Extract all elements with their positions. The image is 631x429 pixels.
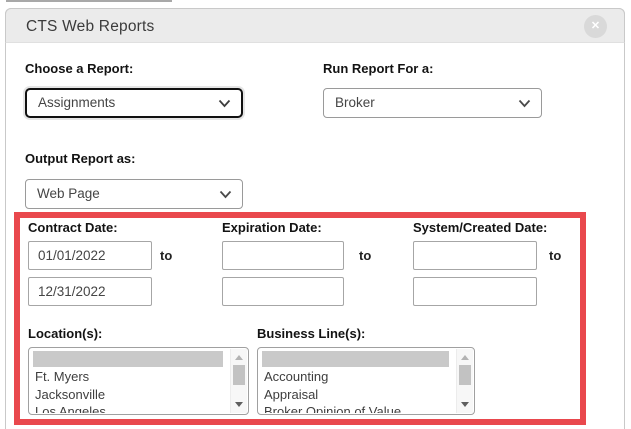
system-created-date-label: System/Created Date:: [413, 220, 548, 235]
listbox-item-redacted[interactable]: [33, 351, 223, 367]
contract-date-to-input[interactable]: [28, 277, 152, 306]
locations-items: Ft. Myers Jacksonville Los Angeles: [30, 350, 229, 413]
scrollbar[interactable]: [456, 349, 473, 413]
screen: CTS Web Reports ✕ Choose a Report: Run R…: [0, 0, 631, 429]
scroll-up-icon[interactable]: [461, 355, 469, 360]
scroll-down-icon[interactable]: [235, 402, 243, 407]
listbox-item[interactable]: Los Angeles: [30, 403, 229, 413]
contract-date-label: Contract Date:: [28, 220, 118, 235]
run-report-for-label: Run Report For a:: [323, 61, 434, 76]
chevron-down-icon: [218, 99, 231, 108]
chevron-down-icon: [219, 190, 232, 199]
scroll-up-icon[interactable]: [235, 355, 243, 360]
choose-report-selected-value: Assignments: [38, 95, 116, 110]
chevron-down-icon: [518, 99, 531, 108]
business-lines-listbox[interactable]: Accounting Appraisal Broker Opinion of V…: [257, 347, 475, 415]
expiration-date-label: Expiration Date:: [222, 220, 322, 235]
expiration-date-to-label: to: [359, 248, 372, 263]
expiration-date-from-input[interactable]: [222, 241, 344, 270]
output-report-as-selected-value: Web Page: [37, 186, 100, 201]
listbox-item[interactable]: Ft. Myers: [30, 368, 229, 386]
contract-date-to-label: to: [160, 248, 173, 263]
choose-report-select[interactable]: Assignments: [25, 88, 243, 118]
run-report-for-select[interactable]: Broker: [323, 88, 542, 118]
listbox-item[interactable]: Broker Opinion of Value: [259, 403, 455, 413]
system-created-date-to-input[interactable]: [413, 277, 537, 306]
scrollbar-thumb[interactable]: [459, 365, 471, 385]
listbox-item[interactable]: Accounting: [259, 368, 455, 386]
locations-label: Location(s):: [28, 326, 103, 341]
expiration-date-to-input[interactable]: [222, 277, 344, 306]
dialog-title: CTS Web Reports: [26, 18, 155, 35]
output-report-as-label: Output Report as:: [25, 151, 136, 166]
close-icon: ✕: [590, 20, 601, 32]
output-report-as-select[interactable]: Web Page: [25, 179, 243, 209]
close-button[interactable]: ✕: [584, 15, 607, 38]
dialog-header: CTS Web Reports ✕: [5, 8, 625, 43]
background-page-edge: [6, 0, 172, 2]
system-created-date-from-input[interactable]: [413, 241, 537, 270]
scrollbar[interactable]: [230, 349, 247, 413]
choose-report-label: Choose a Report:: [25, 61, 134, 76]
listbox-item[interactable]: Jacksonville: [30, 386, 229, 404]
scrollbar-thumb[interactable]: [233, 365, 245, 385]
business-lines-items: Accounting Appraisal Broker Opinion of V…: [259, 350, 455, 413]
scroll-down-icon[interactable]: [461, 402, 469, 407]
run-report-for-selected-value: Broker: [335, 95, 375, 110]
system-created-date-to-label: to: [549, 248, 562, 263]
listbox-item[interactable]: Appraisal: [259, 386, 455, 404]
listbox-item-redacted[interactable]: [262, 351, 449, 367]
business-lines-label: Business Line(s):: [257, 326, 366, 341]
locations-listbox[interactable]: Ft. Myers Jacksonville Los Angeles: [28, 347, 249, 415]
contract-date-from-input[interactable]: [28, 241, 152, 270]
